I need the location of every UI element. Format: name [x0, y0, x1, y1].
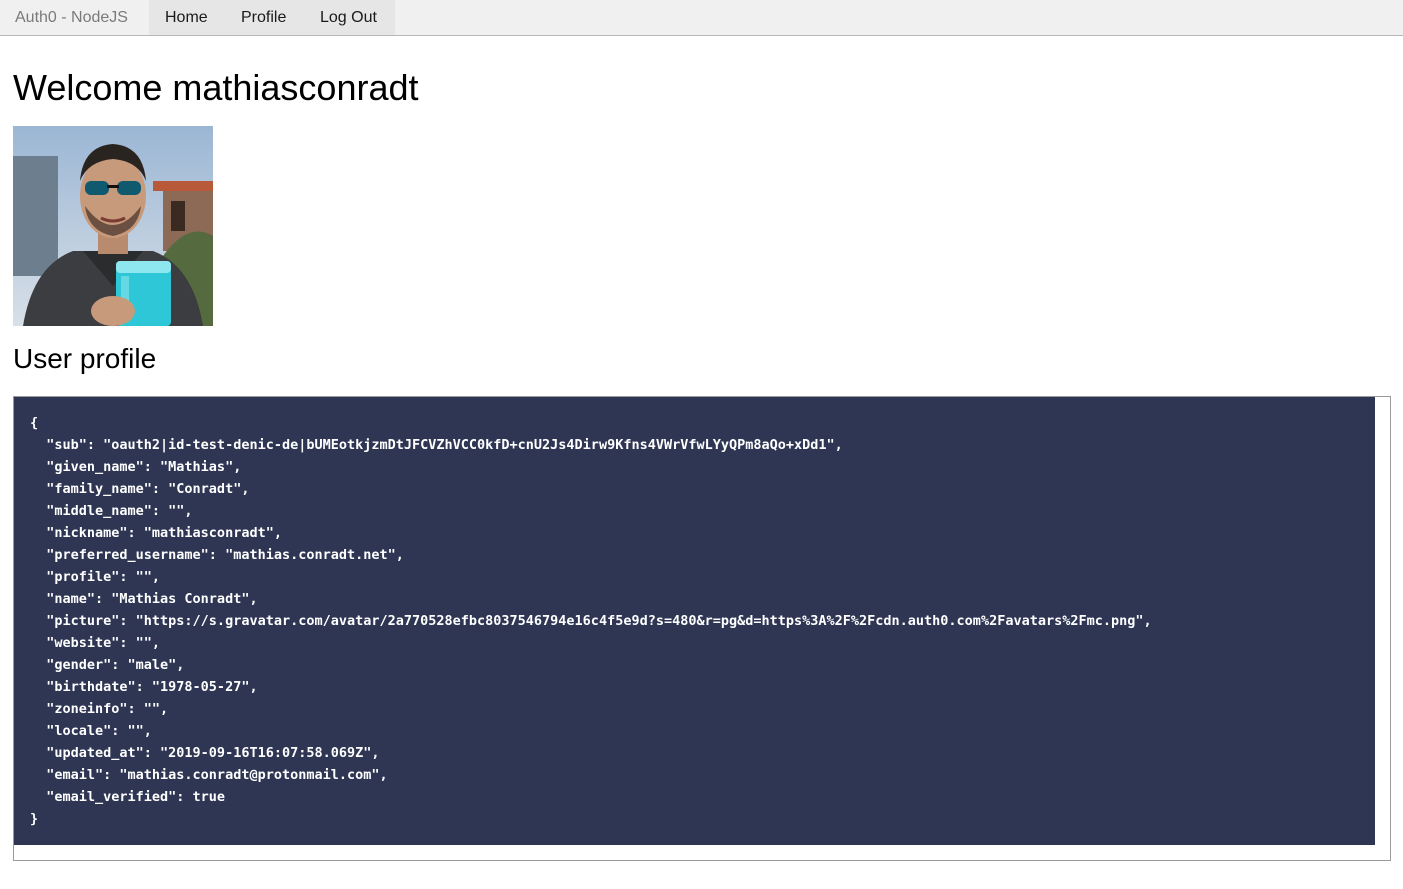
json-line: "birthdate": "1978-05-27",: [30, 679, 258, 695]
nav-links: Home Profile Log Out: [149, 0, 395, 35]
nav-profile-link[interactable]: Profile: [241, 0, 286, 35]
json-line: "name": "Mathias Conradt",: [30, 591, 258, 607]
navbar: Auth0 - NodeJS Home Profile Log Out: [0, 0, 1403, 36]
json-line: "picture": "https://s.gravatar.com/avata…: [30, 613, 1152, 629]
json-line: "email": "mathias.conradt@protonmail.com…: [30, 767, 388, 783]
brand-link[interactable]: Auth0 - NodeJS: [0, 0, 143, 36]
json-line: "middle_name": "",: [30, 503, 193, 519]
nav-logout-link[interactable]: Log Out: [320, 0, 377, 35]
vertical-scrollbar[interactable]: [1375, 397, 1390, 860]
json-line: "sub": "oauth2|id-test-denic-de|bUMEotkj…: [30, 437, 843, 453]
json-line: "profile": "",: [30, 569, 161, 585]
json-line: "email_verified": true: [30, 789, 226, 805]
json-line: "locale": "",: [30, 723, 152, 739]
profile-json-container[interactable]: { "sub": "oauth2|id-test-denic-de|bUMEot…: [13, 396, 1391, 861]
json-line: {: [30, 415, 39, 431]
json-line: "gender": "male",: [30, 657, 185, 673]
json-line: "updated_at": "2019-09-16T16:07:58.069Z"…: [30, 745, 380, 761]
json-line: "nickname": "mathiasconradt",: [30, 525, 282, 541]
json-line: "zoneinfo": "",: [30, 701, 169, 717]
profile-json-code: { "sub": "oauth2|id-test-denic-de|bUMEot…: [14, 397, 1375, 845]
user-profile-heading: User profile: [13, 343, 157, 374]
avatar: [13, 126, 213, 326]
json-line: "given_name": "Mathias",: [30, 459, 242, 475]
nav-home-link[interactable]: Home: [165, 0, 208, 35]
avatar-photo: [13, 126, 213, 326]
json-line: "website": "",: [30, 635, 161, 651]
json-line: "preferred_username": "mathias.conradt.n…: [30, 547, 404, 563]
json-line: "family_name": "Conradt",: [30, 481, 250, 497]
json-line: }: [30, 811, 39, 827]
welcome-heading: Welcome mathiasconradt: [13, 67, 419, 108]
